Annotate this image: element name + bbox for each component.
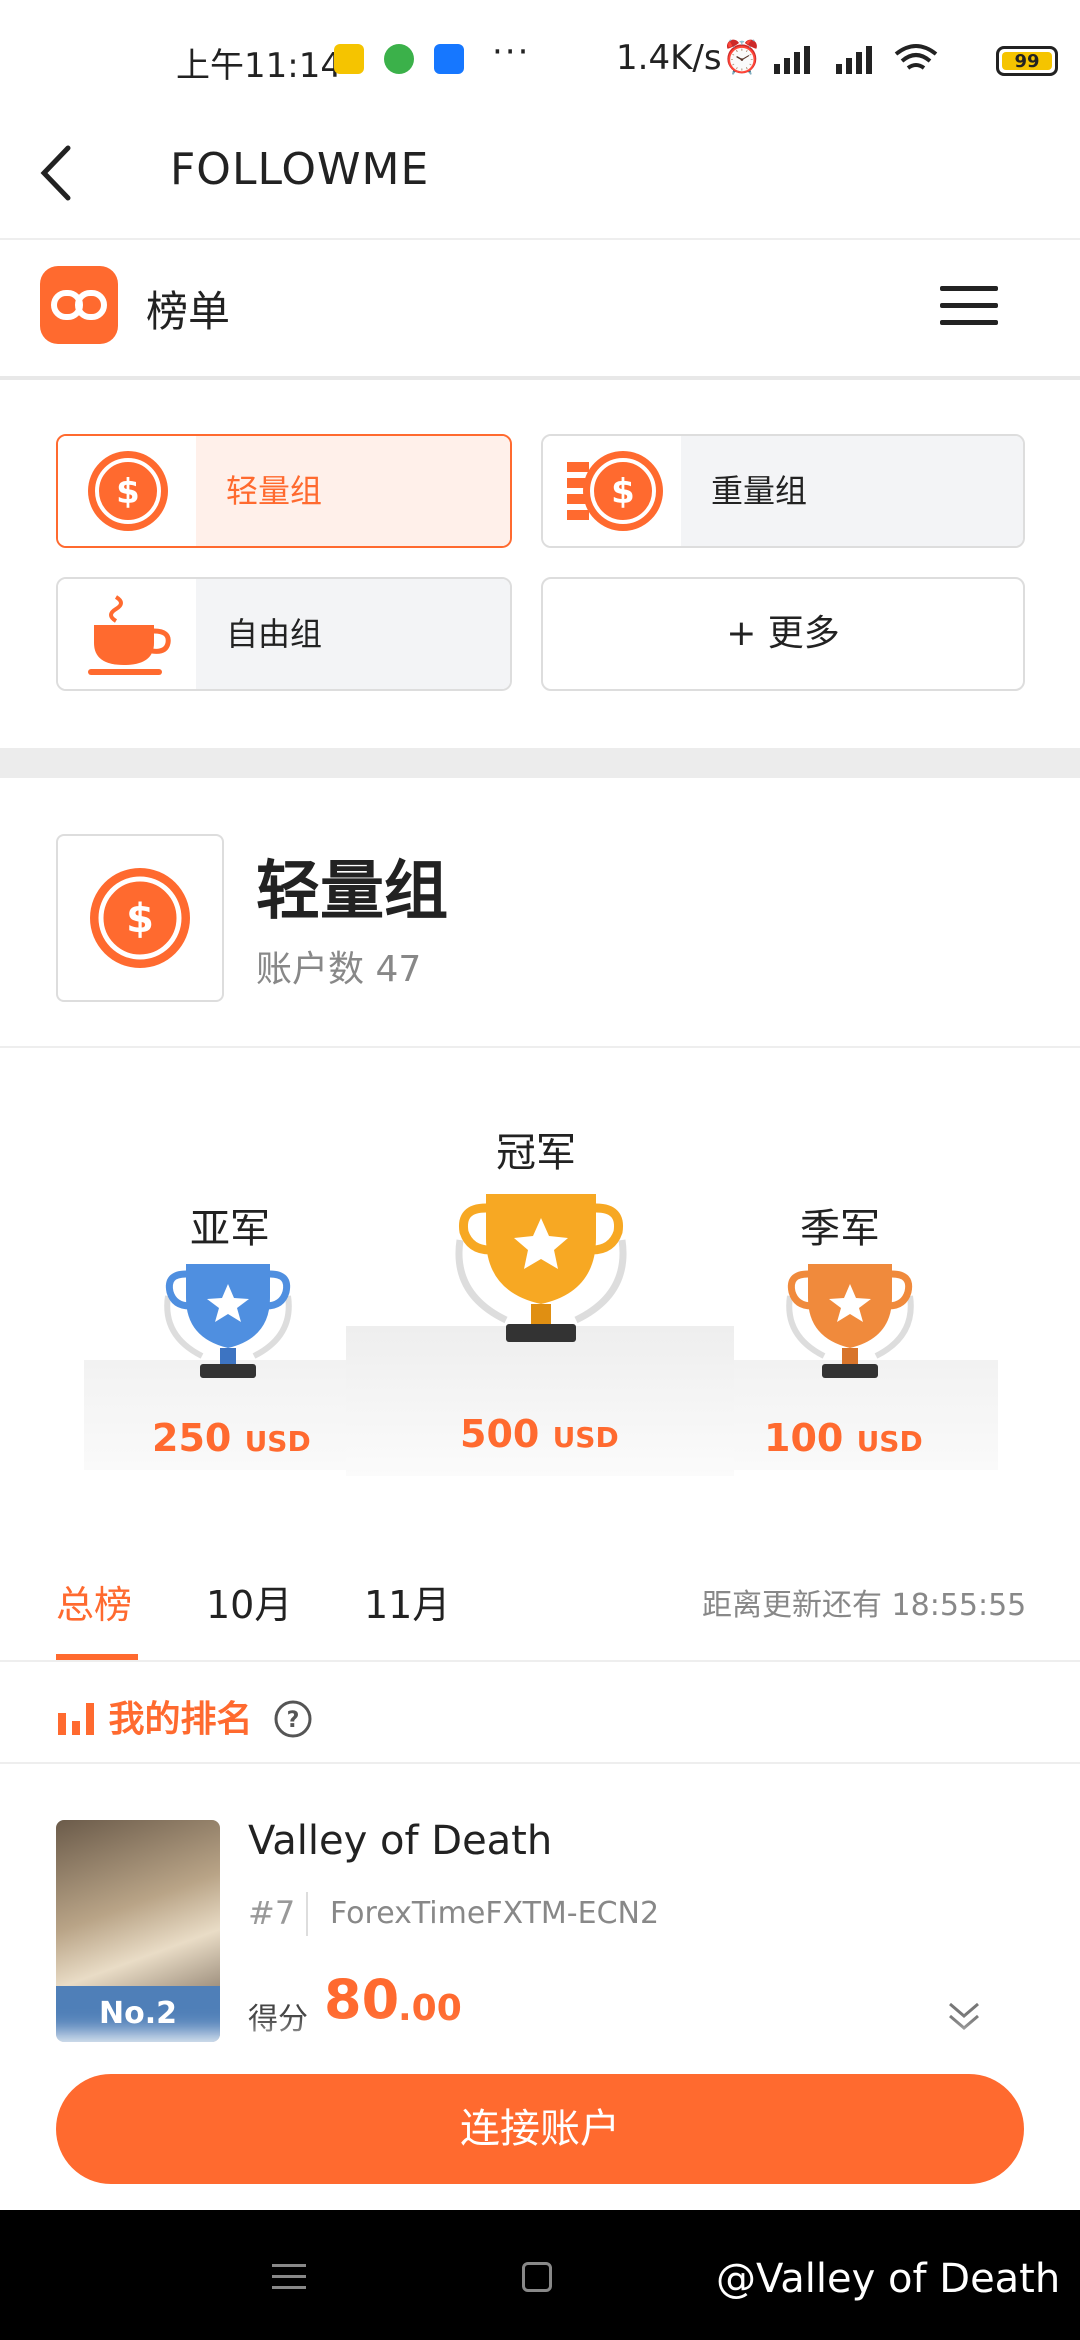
app-header: FOLLOWME <box>0 110 1080 240</box>
signal-icon <box>774 46 810 74</box>
second-prize: 250 USD <box>152 1416 311 1460</box>
watermark: @Valley of Death <box>716 2256 1061 2302</box>
group-account-count: 账户数 47 <box>256 949 422 990</box>
more-notifications-icon: ··· <box>492 32 531 72</box>
gold-trophy-icon <box>455 1194 627 1342</box>
weibo-icon <box>334 44 364 74</box>
avatar[interactable]: No.2 <box>56 1820 220 2042</box>
third-place-label: 季军 <box>800 1206 880 1252</box>
battery-icon: 99 <box>996 46 1058 76</box>
category-label: 轻量组 <box>196 436 510 546</box>
separator <box>306 1892 308 1936</box>
nav-home-icon[interactable] <box>522 2262 552 2292</box>
category-label: 自由组 <box>196 579 510 689</box>
bar-chart-icon <box>58 1703 94 1735</box>
category-free[interactable]: 自由组 <box>56 577 512 691</box>
network-speed: 1.4K/s <box>616 38 722 78</box>
svg-text:$: $ <box>126 896 154 942</box>
coffee-cup-icon <box>58 579 196 689</box>
divider <box>0 1046 1080 1048</box>
followme-logo-icon <box>40 266 118 344</box>
chevron-down-icon[interactable] <box>944 1996 984 2036</box>
dollar-coin-icon: $ <box>58 436 196 546</box>
battery-level: 99 <box>1002 52 1052 71</box>
category-more-button[interactable]: + 更多 <box>541 577 1025 691</box>
alipay-icon <box>434 44 464 74</box>
score-label: 得分 <box>248 2002 308 2037</box>
group-coin-icon: $ <box>56 834 224 1002</box>
help-icon[interactable]: ? <box>273 1699 313 1739</box>
score-decimal: .00 <box>398 1988 462 2029</box>
prize-amount: 500 <box>460 1412 540 1456</box>
prize-amount: 250 <box>152 1416 232 1460</box>
account-rank: #7 <box>248 1894 296 1932</box>
tab-november[interactable]: 11月 <box>364 1574 450 1629</box>
prize-amount: 100 <box>764 1416 844 1460</box>
alarm-icon: ⏰ <box>722 38 762 76</box>
prize-unit: USD <box>856 1425 923 1458</box>
svg-text:$: $ <box>116 472 140 512</box>
prize-unit: USD <box>552 1421 619 1454</box>
page-title: FOLLOWME <box>170 144 430 195</box>
nav-menu-icon[interactable] <box>272 2264 306 2289</box>
group-name: 轻量组 <box>256 855 448 929</box>
status-bar: 上午11:14 ··· 1.4K/s ⏰ 99 <box>0 0 1080 110</box>
update-countdown: 距离更新还有 18:55:55 <box>702 1588 1027 1623</box>
section-header: 榜单 <box>0 240 1080 380</box>
svg-text:$: $ <box>611 472 635 512</box>
bronze-trophy-icon <box>786 1264 914 1378</box>
second-place-label: 亚军 <box>190 1206 270 1252</box>
my-rank-header: 我的排名 ? <box>56 1690 313 1742</box>
connect-account-button[interactable]: 连接账户 <box>56 2074 1024 2184</box>
coin-stack-icon: $ <box>543 436 681 546</box>
category-light[interactable]: $ 轻量组 <box>56 434 512 548</box>
svg-text:?: ? <box>287 1708 300 1733</box>
silver-trophy-icon <box>164 1264 292 1378</box>
tab-overall[interactable]: 总榜 <box>56 1574 132 1629</box>
account-server: ForexTimeFXTM-ECN2 <box>330 1896 660 1931</box>
category-heavy[interactable]: $ 重量组 <box>541 434 1025 548</box>
category-label: 重量组 <box>681 436 1023 546</box>
back-icon[interactable] <box>32 138 92 208</box>
wechat-icon <box>384 44 414 74</box>
score-integer: 80 <box>324 1968 400 2031</box>
account-name[interactable]: Valley of Death <box>248 1818 552 1864</box>
first-place-label: 冠军 <box>496 1130 576 1176</box>
third-prize: 100 USD <box>764 1416 923 1460</box>
signal-icon-2 <box>836 46 872 74</box>
divider <box>0 1762 1080 1764</box>
wifi-icon <box>894 44 938 70</box>
first-prize: 500 USD <box>460 1412 619 1456</box>
hamburger-menu-icon[interactable] <box>940 286 998 326</box>
divider <box>0 1660 1080 1662</box>
rank-badge: No.2 <box>56 1986 220 2042</box>
status-time: 上午11:14 <box>176 46 342 86</box>
section-divider <box>0 748 1080 778</box>
tab-october[interactable]: 10月 <box>206 1574 292 1629</box>
prize-unit: USD <box>244 1425 311 1458</box>
section-title: 榜单 <box>146 287 231 336</box>
my-rank-label: 我的排名 <box>108 1699 253 1740</box>
